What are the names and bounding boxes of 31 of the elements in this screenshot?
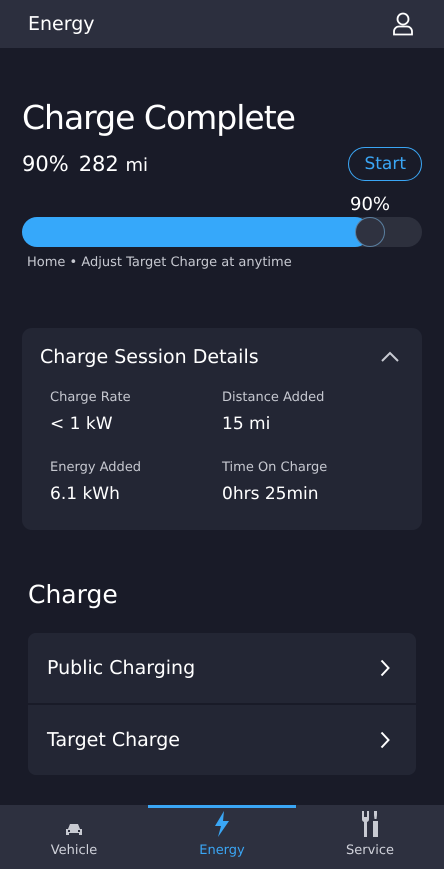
detail-label: Energy Added (50, 460, 142, 475)
target-note: Home • Adjust Target Charge at anytime (27, 255, 293, 270)
section-title: Charge (28, 580, 119, 609)
chevron-right-icon (380, 659, 390, 677)
start-button[interactable]: Start (348, 147, 422, 181)
detail-value: 15 mi (222, 414, 272, 434)
range-reading: 282 mi (78, 152, 148, 176)
target-percent: 90% (350, 194, 390, 215)
nav-tab[interactable]: Service (296, 805, 444, 869)
menu-item[interactable]: Public Charging (28, 633, 416, 703)
detail-label: Distance Added (222, 390, 326, 405)
nav-tab[interactable]: Energy (148, 805, 296, 869)
charge-status-title: Charge Complete (22, 98, 296, 137)
battery-percent: 90% (22, 152, 69, 176)
car-icon (65, 823, 83, 837)
slider-thumb[interactable] (355, 217, 385, 247)
tools-icon (361, 811, 379, 837)
session-title: Charge Session Details (40, 346, 259, 368)
charge-slider[interactable] (22, 217, 422, 247)
nav-tab[interactable]: Vehicle (0, 805, 148, 869)
detail-value: 6.1 kWh (50, 484, 121, 504)
menu-item[interactable]: Target Charge (28, 705, 416, 775)
page-title: Energy (28, 13, 95, 35)
lightning-icon (214, 811, 230, 837)
detail-value: < 1 kW (50, 414, 114, 434)
chevron-icon[interactable] (380, 351, 400, 363)
detail-value: 0hrs 25min (222, 484, 320, 504)
detail-label: Time On Charge (222, 460, 328, 475)
profile-icon[interactable] (392, 12, 414, 36)
detail-label: Charge Rate (50, 390, 132, 405)
chevron-right-icon (380, 731, 390, 749)
